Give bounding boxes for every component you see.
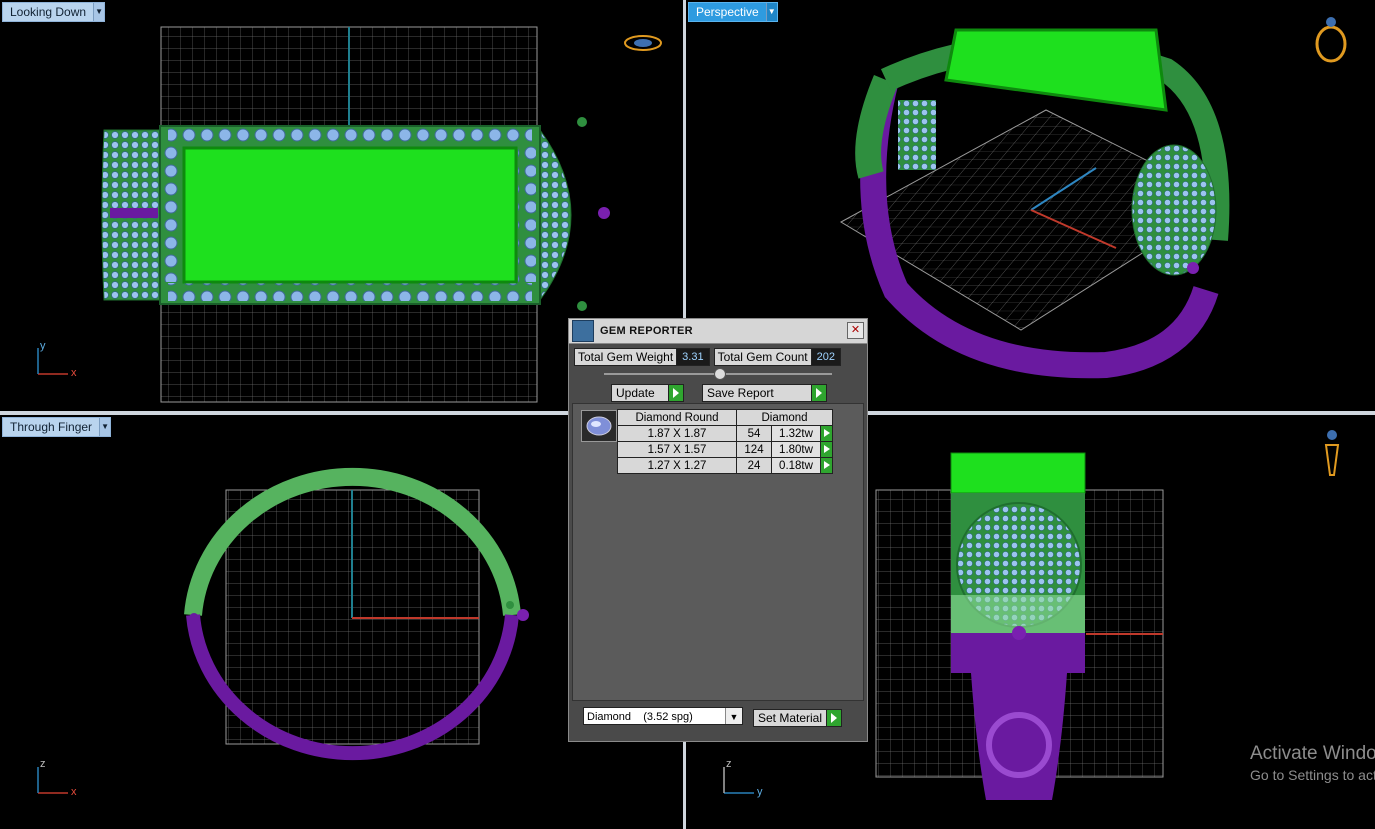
gem-reporter-panel: GEM REPORTER ✕ Total Gem Weight 3.31 Tot… (568, 318, 868, 742)
play-icon (826, 710, 842, 726)
total-gem-weight-label: Total Gem Weight (578, 350, 674, 364)
axis-z-label: z (726, 758, 732, 770)
gem-size: 1.27 X 1.27 (617, 457, 737, 474)
material-select-value: Diamond (3.52 spg) (587, 711, 693, 723)
watermark-line1: Activate Windows (1250, 743, 1375, 764)
axis-y-label: y (757, 786, 763, 798)
slider-knob[interactable] (714, 368, 726, 380)
gem-size: 1.57 X 1.57 (617, 441, 737, 458)
save-report-button[interactable]: Save Report (702, 384, 827, 402)
axis-x-label: x (71, 367, 77, 379)
table-row[interactable]: 1.87 X 1.87 54 1.32tw (617, 425, 833, 442)
chevron-down-icon[interactable]: ▼ (99, 418, 111, 436)
total-gem-weight-value: 3.31 (676, 349, 709, 365)
gem-weight: 1.32tw (771, 425, 821, 442)
select-row-icon[interactable] (820, 457, 833, 474)
gem-reporter-title: GEM REPORTER (600, 325, 693, 337)
gem-weight: 0.18tw (771, 457, 821, 474)
table-row[interactable]: 1.27 X 1.27 24 0.18tw (617, 457, 833, 474)
viewport-tab-through-finger[interactable]: Through Finger ▼ (2, 417, 112, 437)
gem-list[interactable]: Diamond Round Diamond 1.87 X 1.87 54 1.3… (572, 403, 864, 701)
viewport-tab-looking-down[interactable]: Looking Down ▼ (2, 2, 106, 22)
total-gem-count-value: 202 (810, 349, 840, 365)
activation-watermark: Activate Windows Go to Settings to activ… (1250, 743, 1375, 783)
select-row-icon[interactable] (820, 425, 833, 442)
gem-count: 24 (736, 457, 772, 474)
save-report-button-label: Save Report (707, 386, 774, 400)
viewport-label: Looking Down (10, 5, 87, 19)
update-button[interactable]: Update (611, 384, 684, 402)
axis-z-label: z (40, 758, 46, 770)
gem-reporter-titlebar[interactable]: GEM REPORTER ✕ (569, 319, 867, 344)
viewport-label: Perspective (696, 5, 759, 19)
gem-reporter-slider[interactable] (604, 368, 832, 380)
update-button-label: Update (616, 386, 655, 400)
set-material-button[interactable]: Set Material (753, 709, 843, 727)
chevron-down-icon[interactable]: ▼ (93, 3, 105, 21)
chevron-down-icon[interactable]: ▼ (725, 708, 742, 724)
watermark-line2: Go to Settings to activate Windows. (1250, 767, 1375, 783)
chevron-down-icon[interactable]: ▼ (765, 3, 777, 21)
gem-count: 124 (736, 441, 772, 458)
gem-table-header: Diamond Round Diamond (617, 409, 833, 426)
viewport-tab-perspective[interactable]: Perspective ▼ (688, 2, 778, 22)
total-gem-weight: Total Gem Weight 3.31 (574, 348, 710, 366)
play-icon (668, 385, 683, 401)
viewport-label: Through Finger (10, 420, 93, 434)
material-select[interactable]: Diamond (3.52 spg) ▼ (583, 707, 743, 725)
select-row-icon[interactable] (820, 441, 833, 458)
gem-weight: 1.80tw (771, 441, 821, 458)
header-material: Diamond (736, 409, 833, 426)
diamond-round-icon[interactable] (581, 410, 617, 442)
total-gem-count-label: Total Gem Count (717, 350, 808, 364)
axis-y-label: y (40, 340, 46, 352)
gem-totals: Total Gem Weight 3.31 Total Gem Count 20… (574, 348, 841, 366)
close-icon[interactable]: ✕ (847, 322, 864, 339)
set-material-button-label: Set Material (758, 711, 823, 725)
gem-table: Diamond Round Diamond 1.87 X 1.87 54 1.3… (617, 409, 833, 474)
gem-reporter-logo-icon (572, 320, 594, 342)
gem-size: 1.87 X 1.87 (617, 425, 737, 442)
gem-count: 54 (736, 425, 772, 442)
header-shape: Diamond Round (617, 409, 737, 426)
total-gem-count: Total Gem Count 202 (713, 348, 841, 366)
axis-x-label: x (71, 786, 77, 798)
play-icon (811, 385, 826, 401)
table-row[interactable]: 1.57 X 1.57 124 1.80tw (617, 441, 833, 458)
